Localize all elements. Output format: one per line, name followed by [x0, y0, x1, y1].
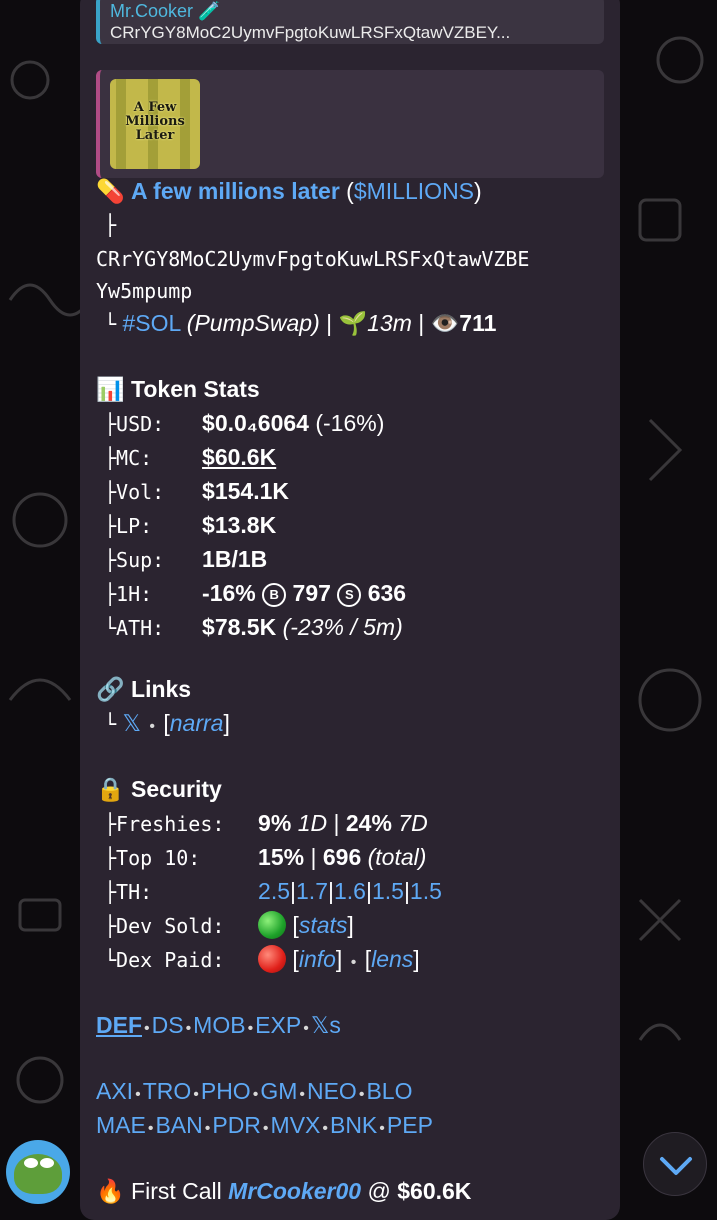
pill-icon: 💊 [96, 178, 125, 204]
links-header: 🔗 Links [96, 676, 192, 702]
sells-icon: S [337, 583, 362, 607]
stat-row-mc: ├MC: $60.6K [104, 444, 277, 470]
buy-count: 797 [292, 580, 331, 606]
security-row-th: ├TH: 2.5|1.7|1.6|1.5|1.5 [104, 878, 442, 904]
lens-link[interactable]: lens [371, 946, 413, 972]
view-count: 711 [459, 310, 497, 336]
red-circle-icon [258, 945, 287, 973]
token-ticker-link[interactable]: $MILLIONS [354, 178, 474, 204]
links-row: └ 𝕏 • [narra] [104, 710, 230, 736]
quick-link-exp[interactable]: EXP [255, 1012, 301, 1038]
platform-link-blo[interactable]: BLO [366, 1078, 412, 1104]
x-link[interactable]: 𝕏 [122, 710, 141, 736]
platform-link-mvx[interactable]: MVX [271, 1112, 321, 1138]
market-cap-link[interactable]: $60.6K [202, 444, 276, 470]
th-link[interactable]: 1.7 [296, 878, 328, 904]
reply-text: CRrYGY8MoC2UymvFpgtoKuwLRSFxQtawVZBEY... [110, 23, 511, 42]
th-link[interactable]: 1.5 [410, 878, 442, 904]
security-row-top10: ├Top 10: 15% | 696 (total) [104, 844, 427, 870]
preview-image-caption: A Few Millions Later [125, 100, 185, 143]
platform-link-mae[interactable]: MAE [96, 1112, 146, 1138]
dex-name: (PumpSwap) [186, 310, 320, 336]
stat-row-vol: ├Vol: $154.1K [104, 478, 290, 504]
stat-row-1h: ├1H: -16% B 797 S 636 [104, 580, 407, 607]
platforms-row-1: AXI •TRO •PHO •GM •NEO •BLO [96, 1078, 413, 1104]
security-header: 🔒 Security [96, 776, 222, 802]
chevron-down-icon [660, 1157, 692, 1175]
th-link[interactable]: 1.6 [334, 878, 366, 904]
platforms-row-2: MAE •BAN •PDR •MVX •BNK •PEP [96, 1112, 433, 1138]
tree-branch: ├ [104, 213, 117, 237]
security-row-freshies: ├Freshies: 9% 1D | 24% 7D [104, 810, 428, 836]
platform-link-neo[interactable]: NEO [307, 1078, 357, 1104]
th-link[interactable]: 2.5 [258, 878, 290, 904]
platform-link-pdr[interactable]: PDR [212, 1112, 261, 1138]
quick-link-def[interactable]: DEF [96, 1012, 142, 1038]
info-link[interactable]: info [299, 946, 336, 972]
quick-link-ds[interactable]: DS [152, 1012, 184, 1038]
eye-icon: 👁️ [430, 310, 460, 336]
stat-row-ath: └ATH: $78.5K (-23% / 5m) [104, 614, 403, 640]
first-call-line: 🔥 First Call MrCooker00 @ $60.6K [96, 1178, 472, 1204]
preview-thumbnail[interactable]: A Few Millions Later [110, 79, 200, 169]
token-name-link[interactable]: A few millions later [131, 178, 340, 204]
buys-icon: B [262, 583, 287, 607]
link-icon: 🔗 [96, 676, 125, 702]
chain-tag-link[interactable]: #SOL [122, 310, 180, 336]
stats-link[interactable]: stats [299, 912, 348, 938]
token-age: 13m [367, 310, 412, 336]
stat-row-usd: ├USD: $0.0₄6064 (-16%) [104, 410, 385, 436]
platform-link-pho[interactable]: PHO [201, 1078, 251, 1104]
sell-count: 636 [367, 580, 407, 606]
stat-row-lp: ├LP: $13.8K [104, 512, 277, 538]
lock-icon: 🔒 [96, 776, 125, 802]
platform-link-bnk[interactable]: BNK [330, 1112, 377, 1138]
reply-author: Mr.Cooker 🧪 [110, 1, 221, 21]
security-row-dex-paid: └Dex Paid: [info] • [lens] [104, 945, 420, 973]
platform-link-gm[interactable]: GM [260, 1078, 297, 1104]
security-row-dev-sold: ├Dev Sold: [stats] [104, 911, 354, 939]
token-stats-header: 📊 Token Stats [96, 376, 260, 402]
token-address-line2[interactable]: Yw5mpump [96, 276, 192, 306]
green-circle-icon [258, 911, 287, 939]
platform-link-pep[interactable]: PEP [387, 1112, 433, 1138]
first-call-user-link[interactable]: MrCooker00 [228, 1178, 361, 1204]
quick-links-row: DEF •DS •MOB •EXP •𝕏s [96, 1012, 341, 1038]
th-link[interactable]: 1.5 [372, 878, 404, 904]
bar-chart-icon: 📊 [96, 376, 125, 402]
message-bubble: Mr.Cooker 🧪 CRrYGY8MoC2UymvFpgtoKuwLRSFx… [80, 0, 620, 1220]
quick-link-mob[interactable]: MOB [193, 1012, 245, 1038]
seedling-icon: 🌱 [338, 310, 368, 336]
stat-row-supply: ├Sup: 1B/1B [104, 546, 268, 572]
narra-link[interactable]: narra [170, 710, 224, 736]
platform-link-axi[interactable]: AXI [96, 1078, 133, 1104]
platform-link-tro[interactable]: TRO [143, 1078, 192, 1104]
sender-avatar[interactable] [6, 1140, 70, 1204]
token-title-line: 💊 A few millions later ($MILLIONS) [96, 178, 482, 204]
link-preview[interactable]: A Few Millions Later [96, 70, 604, 178]
platform-link-ban[interactable]: BAN [155, 1112, 202, 1138]
token-address-line1[interactable]: CRrYGY8MoC2UymvFpgtoKuwLRSFxQtawVZBE [96, 244, 529, 274]
reply-quote[interactable]: Mr.Cooker 🧪 CRrYGY8MoC2UymvFpgtoKuwLRSFx… [96, 0, 604, 44]
token-meta-line: └ #SOL (PumpSwap) | 🌱13m | 👁️711 [104, 310, 497, 336]
fire-icon: 🔥 [96, 1178, 125, 1204]
quick-link-xs[interactable]: 𝕏s [311, 1012, 341, 1038]
scroll-down-button[interactable] [643, 1132, 707, 1196]
